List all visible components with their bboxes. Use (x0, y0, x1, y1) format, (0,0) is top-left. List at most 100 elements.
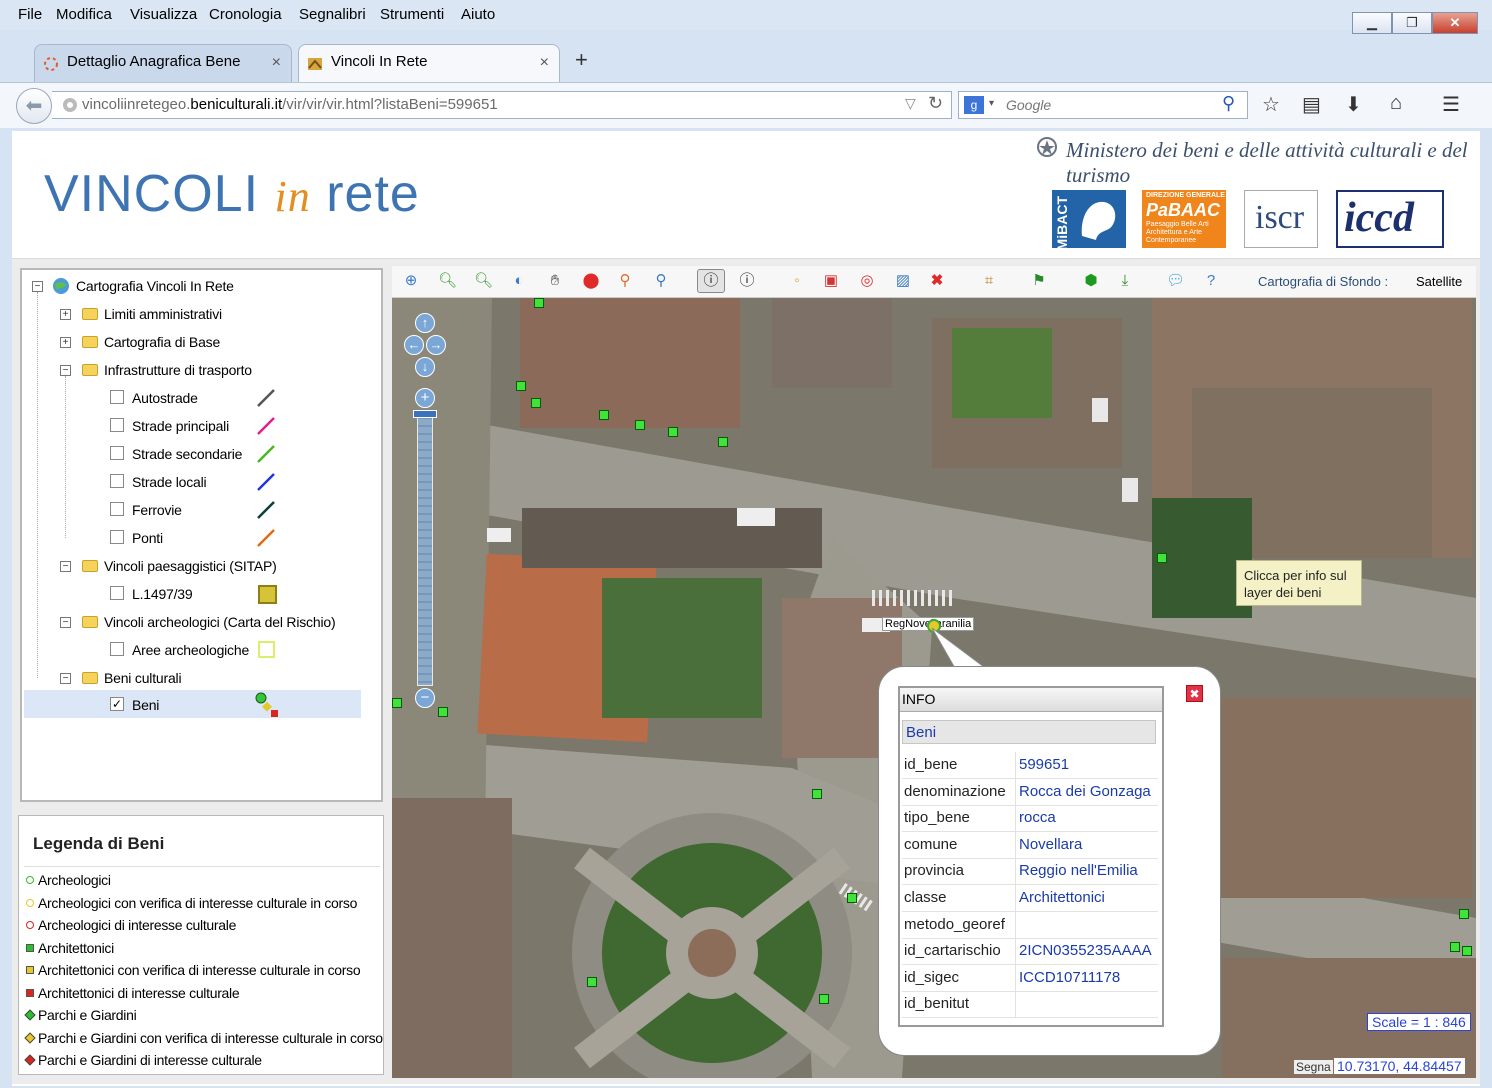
bookmarks-list-icon[interactable]: ▤ (1302, 92, 1321, 117)
downloads-icon[interactable]: ⬇ (1345, 92, 1362, 117)
checkbox-l1497[interactable] (110, 586, 124, 600)
close-tab-icon[interactable]: × (272, 54, 281, 72)
background-map-select[interactable]: Satellite (1416, 274, 1462, 289)
map-point-marker[interactable] (392, 698, 402, 708)
place-marker-icon[interactable]: ⬤ (582, 272, 600, 290)
google-icon[interactable]: g (964, 96, 984, 114)
info-list-icon[interactable]: ⓘ (738, 272, 756, 290)
map-point-marker[interactable] (718, 437, 728, 447)
iccd-logo[interactable]: iccd (1336, 190, 1444, 248)
map-point-marker[interactable] (1462, 946, 1472, 956)
map-point-marker[interactable] (1459, 909, 1469, 919)
tree-node-limiti[interactable]: Limiti amministrativi (104, 306, 222, 322)
menu-visualizza[interactable]: Visualizza (130, 6, 197, 23)
close-popup-icon[interactable]: ✖ (1186, 685, 1203, 702)
collapse-toggle[interactable]: − (32, 281, 43, 292)
clear-selection-icon[interactable]: ✖ (928, 272, 946, 290)
info-icon[interactable]: ⓘ (702, 272, 720, 290)
tree-node-base[interactable]: Cartografia di Base (104, 334, 220, 350)
pan-down-icon[interactable]: ↓ (415, 357, 435, 377)
zoom-out-icon[interactable]: 🔍︎ (474, 272, 493, 290)
expand-toggle[interactable]: + (60, 309, 71, 320)
map-point-marker[interactable] (438, 707, 448, 717)
pan-left-icon[interactable]: ← (404, 335, 424, 355)
tree-node-paes[interactable]: Vincoli paesaggistici (SITAP) (104, 558, 277, 574)
zoom-slider-handle[interactable] (413, 410, 437, 418)
tab-dettaglio[interactable]: Dettaglio Anagrafica Bene × (34, 44, 292, 82)
back-button[interactable]: ⬅ (16, 88, 52, 124)
map-point-marker[interactable] (668, 427, 678, 437)
zoom-slider-track[interactable] (417, 410, 433, 686)
collapse-toggle[interactable]: − (60, 561, 71, 572)
menu-segnalibri[interactable]: Segnalibri (299, 6, 366, 23)
tree-node-beni[interactable]: Beni (132, 697, 159, 713)
select-circle-icon[interactable]: ◎ (858, 272, 876, 290)
iscr-logo[interactable]: iscr (1244, 190, 1318, 248)
map-point-marker[interactable] (531, 398, 541, 408)
checkbox-strade-secondarie[interactable] (110, 446, 124, 460)
tree-node-locali[interactable]: Strade locali (132, 474, 207, 490)
tree-root[interactable]: Cartografia Vincoli In Rete (76, 278, 234, 294)
tree-node-autostrade[interactable]: Autostrade (132, 390, 198, 406)
menu-file[interactable]: File (18, 6, 42, 23)
new-tab-button[interactable]: + (575, 47, 588, 73)
menu-aiuto[interactable]: Aiuto (461, 6, 495, 23)
zoom-in-button[interactable]: + (415, 388, 435, 408)
map-point-marker[interactable] (1450, 942, 1460, 952)
pabaac-logo[interactable]: DIREZIONE GENERALE PaBAAC Paesaggio Bell… (1142, 190, 1226, 248)
tree-node-infra[interactable]: Infrastrutture di trasporto (104, 362, 252, 378)
search-engine-dropdown-icon[interactable]: ▾ (989, 98, 994, 109)
print-icon[interactable]: ⬢ (1082, 272, 1100, 290)
tree-node-aree[interactable]: Aree archeologiche (132, 642, 249, 658)
pan-hand-icon[interactable]: ✋︎ (546, 272, 564, 290)
close-window-button[interactable]: ✕ (1432, 12, 1478, 34)
minimize-button[interactable]: ▁ (1352, 12, 1392, 34)
tree-node-l1497[interactable]: L.1497/39 (132, 586, 193, 602)
tree-node-secondarie[interactable]: Strade secondarie (132, 446, 242, 462)
zoom-out-button[interactable]: − (415, 688, 435, 708)
tab-vincoli[interactable]: Vincoli In Rete × (298, 44, 560, 82)
crop-icon[interactable]: ⌗ (980, 272, 998, 290)
comment-icon[interactable]: 💬︎ (1166, 272, 1185, 290)
site-logo[interactable]: VINCOLI in rete (44, 164, 420, 224)
checkbox-aree-archeologiche[interactable] (110, 642, 124, 656)
help-icon[interactable]: ? (1202, 272, 1220, 290)
checkbox-beni[interactable]: ✓ (110, 697, 124, 711)
menu-modifica[interactable]: Modifica (56, 6, 112, 23)
map-point-marker[interactable] (812, 789, 822, 799)
export-icon[interactable]: ⤓ (1116, 272, 1134, 290)
close-tab-icon[interactable]: × (540, 54, 549, 72)
expand-toggle[interactable]: + (60, 337, 71, 348)
dropdown-icon[interactable]: ▽ (905, 95, 916, 112)
measure-icon[interactable]: ⚑ (1030, 272, 1048, 290)
bookmark-star-icon[interactable]: ☆ (1262, 92, 1280, 117)
search-map-icon[interactable]: ⚲ (652, 272, 670, 290)
map-point-marker[interactable] (599, 410, 609, 420)
tree-node-arch[interactable]: Vincoli archeologici (Carta del Rischio) (104, 614, 336, 630)
collapse-toggle[interactable]: − (60, 617, 71, 628)
tree-node-beniculturali[interactable]: Beni culturali (104, 670, 182, 686)
search-input[interactable] (958, 91, 1248, 119)
pan-right-icon[interactable]: → (426, 335, 446, 355)
map-point-marker[interactable] (534, 298, 544, 308)
zoom-in-icon[interactable]: 🔍︎ (438, 272, 457, 290)
zoom-extent-icon[interactable]: ⊕ (402, 272, 420, 290)
home-icon[interactable]: ⌂ (1390, 92, 1402, 115)
tree-node-ferrovie[interactable]: Ferrovie (132, 502, 182, 518)
zoom-previous-icon[interactable]: ◐ (510, 272, 528, 290)
map-point-marker[interactable] (587, 977, 597, 987)
maximize-button[interactable]: ❐ (1392, 12, 1432, 34)
search-icon[interactable]: ⚲ (1222, 93, 1235, 114)
collapse-toggle[interactable]: − (60, 365, 71, 376)
reload-icon[interactable]: ↻ (928, 93, 943, 114)
collapse-toggle[interactable]: − (60, 673, 71, 684)
locate-icon[interactable]: ⚲ (616, 272, 634, 290)
checkbox-strade-principali[interactable] (110, 418, 124, 432)
map-point-marker[interactable] (635, 420, 645, 430)
tree-node-principali[interactable]: Strade principali (132, 418, 229, 434)
segna-button[interactable]: Segna (1294, 1060, 1333, 1074)
map-point-marker[interactable] (847, 893, 857, 903)
map-point-marker[interactable] (819, 994, 829, 1004)
pan-up-icon[interactable]: ↑ (415, 313, 435, 333)
checkbox-strade-locali[interactable] (110, 474, 124, 488)
